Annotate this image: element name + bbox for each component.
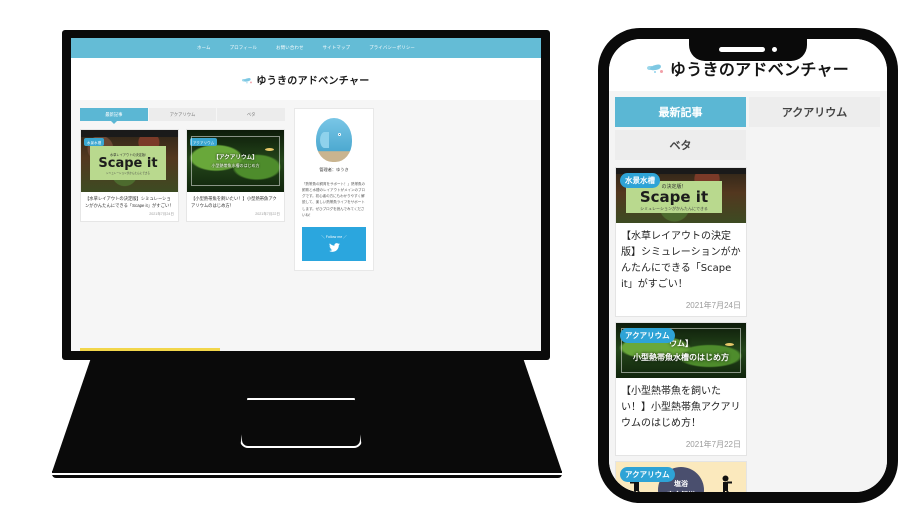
thumbnail-overlay-line2: 完全解説 [667, 490, 695, 492]
thumbnail-overlay: 水草レイアウトの決定版! Scape it シミュレーションがかんたんにできる [90, 146, 166, 180]
laptop-lid: ホーム プロフィール お問い合わせ サイトマップ プライバシーポリシー ゆうきの… [62, 30, 550, 360]
laptop-mockup: ホーム プロフィール お問い合わせ サイトマップ プライバシーポリシー ゆうきの… [52, 30, 562, 485]
category-badge: 水景水槽 [620, 173, 660, 188]
nav-item-profile[interactable]: プロフィール [230, 45, 257, 51]
site-title[interactable]: ゆうきのアドベンチャー [256, 72, 369, 87]
laptop-trackpad [240, 398, 362, 448]
article-thumbnail: アクアリウム ウム】 小型熱帯魚水槽のはじめ方 [616, 323, 746, 378]
thumbnail-overlay-sub: シミュレーションがかんたんにできる [106, 171, 150, 175]
article-thumbnail: アクアリウム 【アクアリウム】 小型熱帯魚水槽のはじめ方 [187, 130, 284, 192]
thumbnail-overlay-sub: 小型熱帯魚水槽のはじめ方 [633, 352, 729, 362]
fish-logo-icon [242, 77, 253, 84]
desktop-tab-bar: 最新記事 アクアリウム ベタ [80, 108, 286, 124]
mobile-tab-bar: 最新記事 アクアリウム ベタ [615, 97, 881, 160]
phone-mockup: ゆうきのアドベンチャー 最新記事 アクアリウム ベタ 水景水槽 の決定版！ Sc… [598, 28, 898, 503]
desktop-content: 最新記事 アクアリウム ベタ 水景水槽 水草レイアウトの決定版! Scape i… [71, 100, 541, 351]
article-thumbnail: 水景水槽 水草レイアウトの決定版! Scape it シミュレーションがかんたん… [81, 130, 178, 192]
mobile-article-grid: 水景水槽 の決定版！ Scape it シミュレーションがかんたんにできる 【水… [615, 167, 881, 492]
camera-icon [772, 46, 777, 52]
article-title[interactable]: 【水草レイアウトの決定版】シミュレーションがかんたんにできる「Scape it」… [616, 223, 746, 296]
profile-bio: 「熱帯魚の飼育をサポート！」熱帯魚の飼育と水槽のレイアウトがメインのブログです。… [302, 182, 365, 217]
person-icon [722, 475, 732, 492]
article-card[interactable]: 水景水槽 水草レイアウトの決定版! Scape it シミュレーションがかんたん… [80, 129, 179, 223]
fish-logo-icon [646, 62, 665, 74]
fish-avatar-icon [316, 118, 352, 162]
desktop-main-column: 最新記事 アクアリウム ベタ 水景水槽 水草レイアウトの決定版! Scape i… [80, 108, 286, 351]
tab-betta[interactable]: ベタ [217, 108, 286, 121]
profile-name: 管理者：ゆうき [319, 167, 349, 172]
laptop-screen: ホーム プロフィール お問い合わせ サイトマップ プライバシーポリシー ゆうきの… [71, 38, 541, 351]
tab-latest-posts[interactable]: 最新記事 [615, 97, 746, 127]
article-card[interactable]: 水景水槽 の決定版！ Scape it シミュレーションがかんたんにできる 【水… [615, 167, 747, 317]
speaker-icon [719, 46, 765, 52]
desktop-sidebar: 管理者：ゆうき 「熱帯魚の飼育をサポート！」熱帯魚の飼育と水槽のレイアウトがメイ… [294, 108, 374, 351]
article-thumbnail: アクアリウム 塩浴 完全解説 [616, 462, 746, 492]
tab-latest-posts[interactable]: 最新記事 [80, 108, 148, 124]
category-badge: 水景水槽 [84, 138, 105, 147]
article-date: 2021年7月22日 [685, 440, 741, 449]
thumbnail-overlay: 【アクアリウム】 小型熱帯魚水槽のはじめ方 [191, 136, 280, 186]
article-card[interactable]: アクアリウム 【アクアリウム】 小型熱帯魚水槽のはじめ方 【小型熱帯魚を飼いたい… [186, 129, 285, 223]
nav-item-sitemap[interactable]: サイトマップ [323, 45, 351, 51]
article-title[interactable]: 【水草レイアウトの決定版】シミュレーションがかんたんにできる「Scape it」… [81, 192, 178, 212]
thumbnail-overlay-top: 【アクアリウム】 [213, 155, 258, 161]
thumbnail-overlay-sub: シミュレーションがかんたんにできる [640, 205, 708, 211]
article-date: 2021年7月24日 [685, 301, 741, 310]
desktop-navbar: ホーム プロフィール お問い合わせ サイトマップ プライバシーポリシー [71, 38, 541, 58]
article-title[interactable]: 【小型熱帯魚を飼いたい！】小型熱帯魚アクアリウムのはじめ方！ [616, 378, 746, 435]
thumbnail-overlay-line1: 塩浴 [674, 480, 688, 488]
category-badge: アクアリウム [620, 328, 675, 343]
category-badge: アクアリウム [620, 467, 675, 482]
follow-me-label: ＼ Follow me ／ [321, 235, 347, 240]
tab-aquarium[interactable]: アクアリウム [749, 97, 880, 127]
tab-aquarium[interactable]: アクアリウム [148, 108, 217, 121]
phone-body: ゆうきのアドベンチャー 最新記事 アクアリウム ベタ 水景水槽 の決定版！ Sc… [598, 28, 898, 503]
thumbnail-overlay-main: Scape it [98, 155, 158, 171]
phone-notch [689, 39, 807, 61]
footer-accent-bar [80, 348, 220, 351]
follow-me-box[interactable]: ＼ Follow me ／ [302, 226, 366, 261]
article-date: 2021年7月24日 [149, 212, 174, 217]
article-card[interactable]: アクアリウム ウム】 小型熱帯魚水槽のはじめ方 【小型熱帯魚を飼いたい！】小型熱… [615, 322, 747, 456]
thumbnail-overlay-main: Scape it [639, 187, 709, 206]
laptop-foot [52, 471, 562, 478]
phone-screen: ゆうきのアドベンチャー 最新記事 アクアリウム ベタ 水景水槽 の決定版！ Sc… [607, 37, 889, 494]
article-thumbnail: 水景水槽 の決定版！ Scape it シミュレーションがかんたんにできる [616, 168, 746, 223]
nav-item-home[interactable]: ホーム [197, 45, 211, 51]
tab-betta[interactable]: ベタ [615, 130, 746, 160]
nav-item-contact[interactable]: お問い合わせ [276, 45, 304, 51]
profile-widget: 管理者：ゆうき 「熱帯魚の飼育をサポート！」熱帯魚の飼育と水槽のレイアウトがメイ… [294, 108, 374, 271]
article-date: 2021年7月22日 [255, 212, 280, 217]
mobile-content[interactable]: 最新記事 アクアリウム ベタ 水景水槽 の決定版！ Scape it シミュレー… [609, 91, 887, 492]
desktop-article-grid: 水景水槽 水草レイアウトの決定版! Scape it シミュレーションがかんたん… [80, 129, 285, 223]
device-mockup-stage: ホーム プロフィール お問い合わせ サイトマップ プライバシーポリシー ゆうきの… [0, 0, 911, 519]
thumbnail-overlay-sub: 小型熱帯魚水槽のはじめ方 [211, 163, 260, 168]
desktop-site-header: ゆうきのアドベンチャー [71, 58, 541, 100]
article-title[interactable]: 【小型熱帯魚を飼いたい！】小型熱帯魚アクアリウムのはじめ方！ [187, 192, 284, 212]
nav-item-privacy[interactable]: プライバシーポリシー [369, 45, 415, 51]
thumbnail-topbar [81, 130, 178, 137]
article-card[interactable]: アクアリウム 塩浴 完全解説 [615, 461, 747, 492]
twitter-bird-icon[interactable] [328, 243, 340, 253]
